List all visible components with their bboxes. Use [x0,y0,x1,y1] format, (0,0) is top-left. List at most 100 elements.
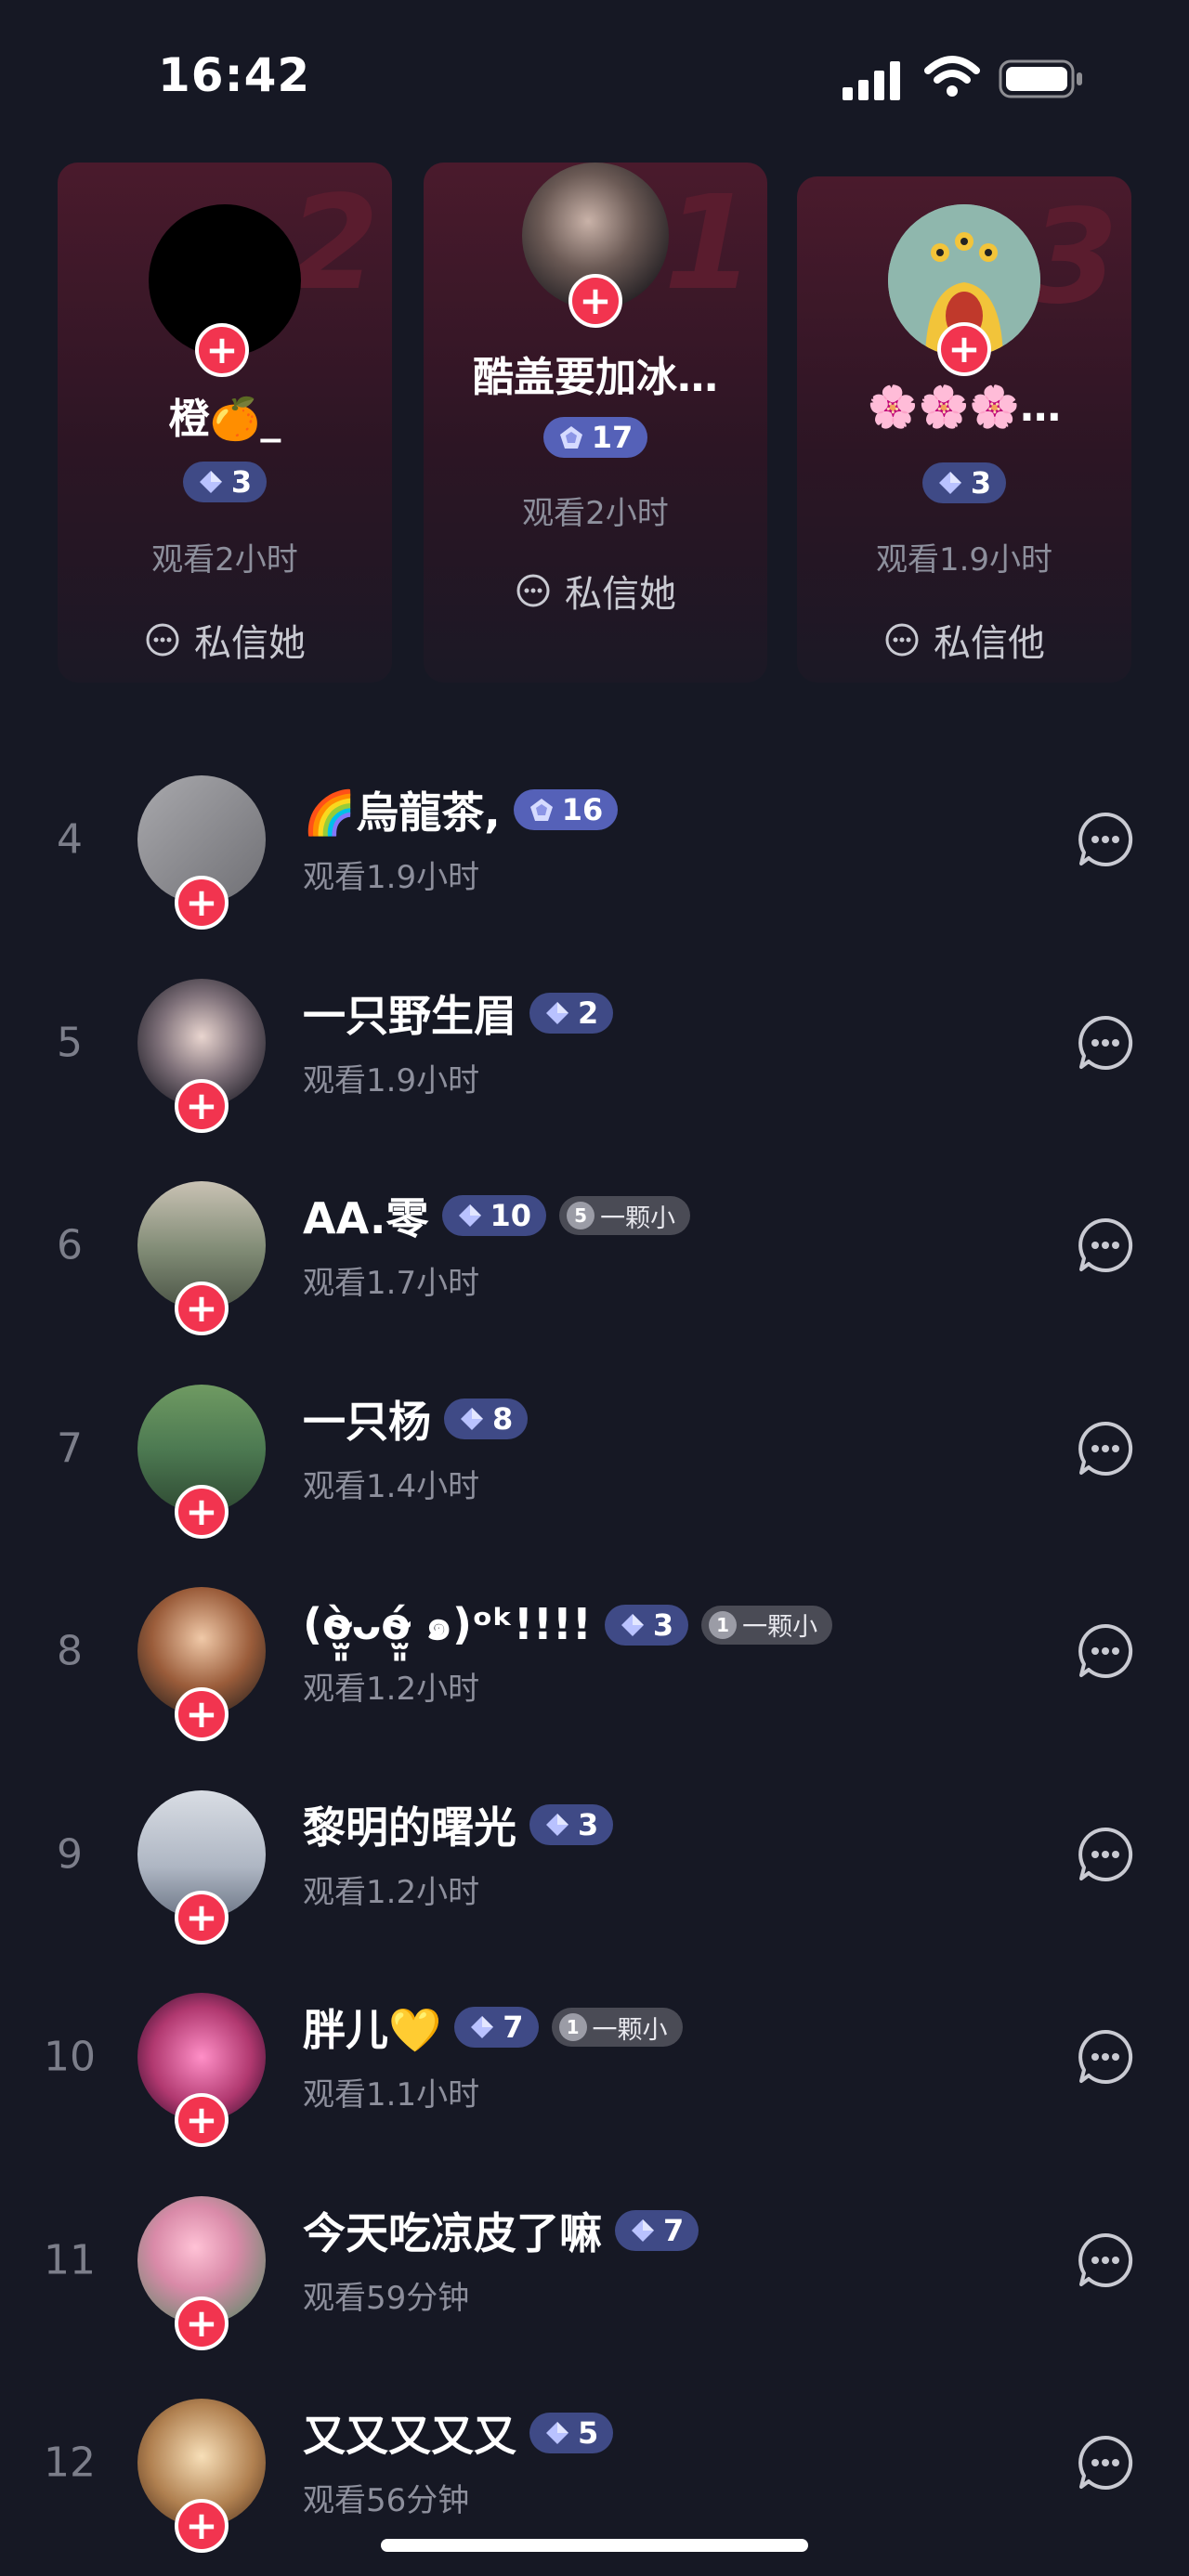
user-name: 🌸🌸🌸… [867,384,1062,431]
follow-plus-icon[interactable]: + [175,1281,229,1335]
watch-time: 观看1.7小时 [303,1265,480,1302]
watch-time: 观看1.9小时 [303,859,480,896]
diamond-icon [199,471,222,493]
watch-time: 观看1.4小时 [303,1467,480,1505]
user-name: 又又又又又 [303,2411,516,2461]
list-item[interactable]: 5 + 一只野生眉 2 观看1.9小时 [0,942,1189,1144]
rank-number: 3 [1027,182,1118,333]
rank-number: 6 [57,1221,83,1269]
level-badge: 10 [441,1195,547,1236]
pentagon-gem-icon [529,799,553,821]
watch-time: 观看2小时 [151,541,298,579]
chat-bubble-icon[interactable] [1076,1013,1135,1073]
message-button[interactable]: 私信他 [797,613,1131,667]
diamond-icon [461,1407,483,1430]
fan-club-badge: 5 一颗小 [559,1196,691,1235]
list-item[interactable]: 12 + 又又又又又 5 观看56分钟 [0,2361,1189,2564]
level-badge: 16 [513,789,619,830]
follow-plus-icon[interactable]: + [175,1890,229,1945]
heart-icon: 1 [709,1610,738,1639]
list-item[interactable]: 11 + 今天吃凉皮了嘛 7 观看59分钟 [0,2159,1189,2361]
diamond-icon [458,1204,481,1227]
podium-card-rank-3[interactable]: 3 + 🌸🌸🌸… 3 观看1.9小时 私信他 [797,176,1131,683]
list-item[interactable]: 7 + 一只杨 8 观看1.4小时 [0,1347,1189,1550]
message-button[interactable]: 私信她 [58,613,392,667]
follow-plus-icon[interactable]: + [175,2093,229,2147]
user-name: 橙🍊_ [168,396,281,443]
rank-number: 9 [57,1830,83,1878]
level-badge: 2 [529,992,614,1034]
user-name: 一只杨 [303,1396,431,1447]
follow-plus-icon[interactable]: + [175,2296,229,2350]
user-name: (ò̴̫͈ᴗó̴̫͈ ๑)ᵒᵏ!!!! [303,1599,592,1649]
battery-icon [999,59,1082,98]
list-item[interactable]: 4 + 🌈烏龍茶, 16 观看1.9小时 [0,738,1189,941]
rank-number: 1 [663,168,754,319]
chat-bubble-icon [885,623,919,657]
level-badge: 3 [921,462,1007,503]
diamond-icon [621,1613,644,1636]
watch-time: 观看2小时 [522,495,669,532]
watch-time: 观看1.9小时 [875,541,1053,579]
rank-number: 4 [57,815,83,864]
cellular-signal-icon [843,61,900,100]
follow-plus-icon[interactable]: + [195,323,249,377]
chat-bubble-icon[interactable] [1076,810,1135,869]
diamond-icon [546,1001,568,1024]
level-badge: 17 [542,417,648,458]
message-button[interactable]: 私信她 [424,564,767,618]
follow-plus-icon[interactable]: + [175,1484,229,1539]
watch-time: 观看59分钟 [303,2279,470,2317]
watch-time: 观看56分钟 [303,2482,470,2519]
chat-bubble-icon [516,574,550,607]
home-indicator[interactable] [381,2539,808,2552]
heart-icon: 1 [558,2013,587,2041]
level-badge: 8 [444,1398,529,1439]
rank-number: 8 [57,1627,83,1675]
diamond-icon [546,2422,568,2444]
list-item[interactable]: 6 + AA.零 10 5 一颗小 观看1.7小时 [0,1144,1189,1347]
watch-time: 观看1.2小时 [303,1671,480,1708]
list-item[interactable]: 9 + 黎明的曙光 3 观看1.2小时 [0,1753,1189,1956]
chat-bubble-icon[interactable] [1076,1216,1135,1275]
wifi-icon [924,56,980,97]
follow-plus-icon[interactable]: + [175,876,229,930]
level-badge: 3 [529,1803,614,1845]
user-name: 今天吃凉皮了嘛 [303,2207,602,2258]
podium-card-rank-1[interactable]: 1 + 酷盖要加冰… 17 观看2小时 私信她 [424,163,767,683]
follow-plus-icon[interactable]: + [175,2499,229,2553]
status-bar: 16:42 [0,0,1189,158]
follow-plus-icon[interactable]: + [175,1078,229,1133]
list-item[interactable]: 8 + (ò̴̫͈ᴗó̴̫͈ ๑)ᵒᵏ!!!! 3 1 一颗小 观看1.2小时 [0,1550,1189,1752]
watch-time: 观看1.1小时 [303,2076,480,2114]
chat-bubble-icon[interactable] [1076,2231,1135,2290]
rank-number: 10 [44,2033,96,2081]
user-name: AA.零 [303,1193,429,1243]
watch-time: 观看1.9小时 [303,1061,480,1099]
diamond-icon [471,2016,494,2038]
chat-bubble-icon[interactable] [1076,2433,1135,2492]
rank-number: 11 [44,2236,96,2283]
status-time: 16:42 [158,48,311,102]
rank-number: 7 [57,1425,83,1472]
level-badge: 3 [182,462,268,502]
pentagon-gem-icon [559,426,582,449]
podium-card-rank-2[interactable]: 2 + 橙🍊_ 3 观看2小时 私信她 [58,163,392,683]
rank-number: 2 [288,168,379,319]
chat-bubble-icon[interactable] [1076,1621,1135,1681]
list-item[interactable]: 10 + 胖儿💛 7 1 一颗小 观看1.1小时 [0,1956,1189,2158]
diamond-icon [546,1813,568,1836]
follow-plus-icon[interactable]: + [175,1687,229,1741]
fan-club-badge: 1 一颗小 [551,2008,683,2047]
chat-bubble-icon[interactable] [1076,1825,1135,1884]
follow-plus-icon[interactable]: + [937,322,991,376]
diamond-icon [632,2218,654,2242]
user-name: 胖儿💛 [303,2005,442,2055]
rank-number: 12 [44,2439,96,2487]
chat-bubble-icon[interactable] [1076,2027,1135,2087]
follow-plus-icon[interactable]: + [568,274,622,328]
chat-bubble-icon[interactable] [1076,1419,1135,1478]
watch-time: 观看1.2小时 [303,1873,480,1911]
level-badge: 7 [454,2007,539,2048]
rank-number: 5 [57,1019,83,1066]
